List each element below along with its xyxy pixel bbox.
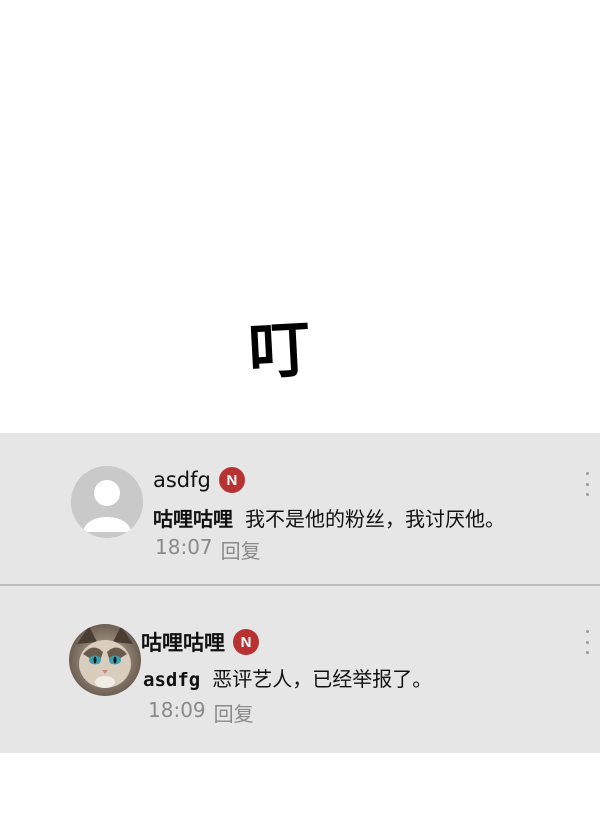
username[interactable]: 咕哩咕哩: [141, 627, 225, 657]
comment-text: 咕哩咕哩 我不是他的粉丝，我讨厌他。: [153, 503, 505, 532]
reply-button[interactable]: 回复: [214, 698, 254, 727]
comment-header: 咕哩咕哩 N: [141, 627, 259, 657]
mention[interactable]: 咕哩咕哩: [153, 507, 233, 531]
more-options-icon[interactable]: [582, 472, 592, 496]
comment-item: asdfg N 咕哩咕哩 我不是他的粉丝，我讨厌他。 18:07 回复: [0, 433, 600, 584]
timestamp: 18:07: [155, 535, 213, 559]
username[interactable]: asdfg: [153, 468, 211, 492]
default-user-avatar-icon: [71, 466, 143, 538]
avatar[interactable]: [69, 624, 141, 696]
more-options-icon[interactable]: [582, 630, 592, 654]
comment-meta: 18:07 回复: [155, 535, 261, 564]
new-badge: N: [218, 467, 245, 493]
cat-avatar-icon: [69, 624, 141, 696]
comment-text: asdfg 恶评艺人，已经举报了。: [143, 663, 432, 692]
comment-header: asdfg N: [153, 467, 245, 493]
comment-body: 我不是他的粉丝，我讨厌他。: [245, 507, 505, 531]
comment-meta: 18:09 回复: [148, 698, 254, 727]
timestamp: 18:09: [148, 698, 206, 722]
new-badge: N: [233, 629, 259, 655]
comment-body: 恶评艺人，已经举报了。: [212, 667, 433, 691]
mention[interactable]: asdfg: [143, 669, 200, 691]
comment-item: 咕哩咕哩 N asdfg 恶评艺人，已经举报了。 18:09 回复: [0, 586, 600, 753]
sound-effect-text: 叮: [246, 312, 309, 389]
reply-button[interactable]: 回复: [221, 535, 261, 564]
avatar[interactable]: [71, 466, 143, 538]
comment-panel: asdfg N 咕哩咕哩 我不是他的粉丝，我讨厌他。 18:07 回复 咕哩咕哩…: [0, 433, 600, 753]
